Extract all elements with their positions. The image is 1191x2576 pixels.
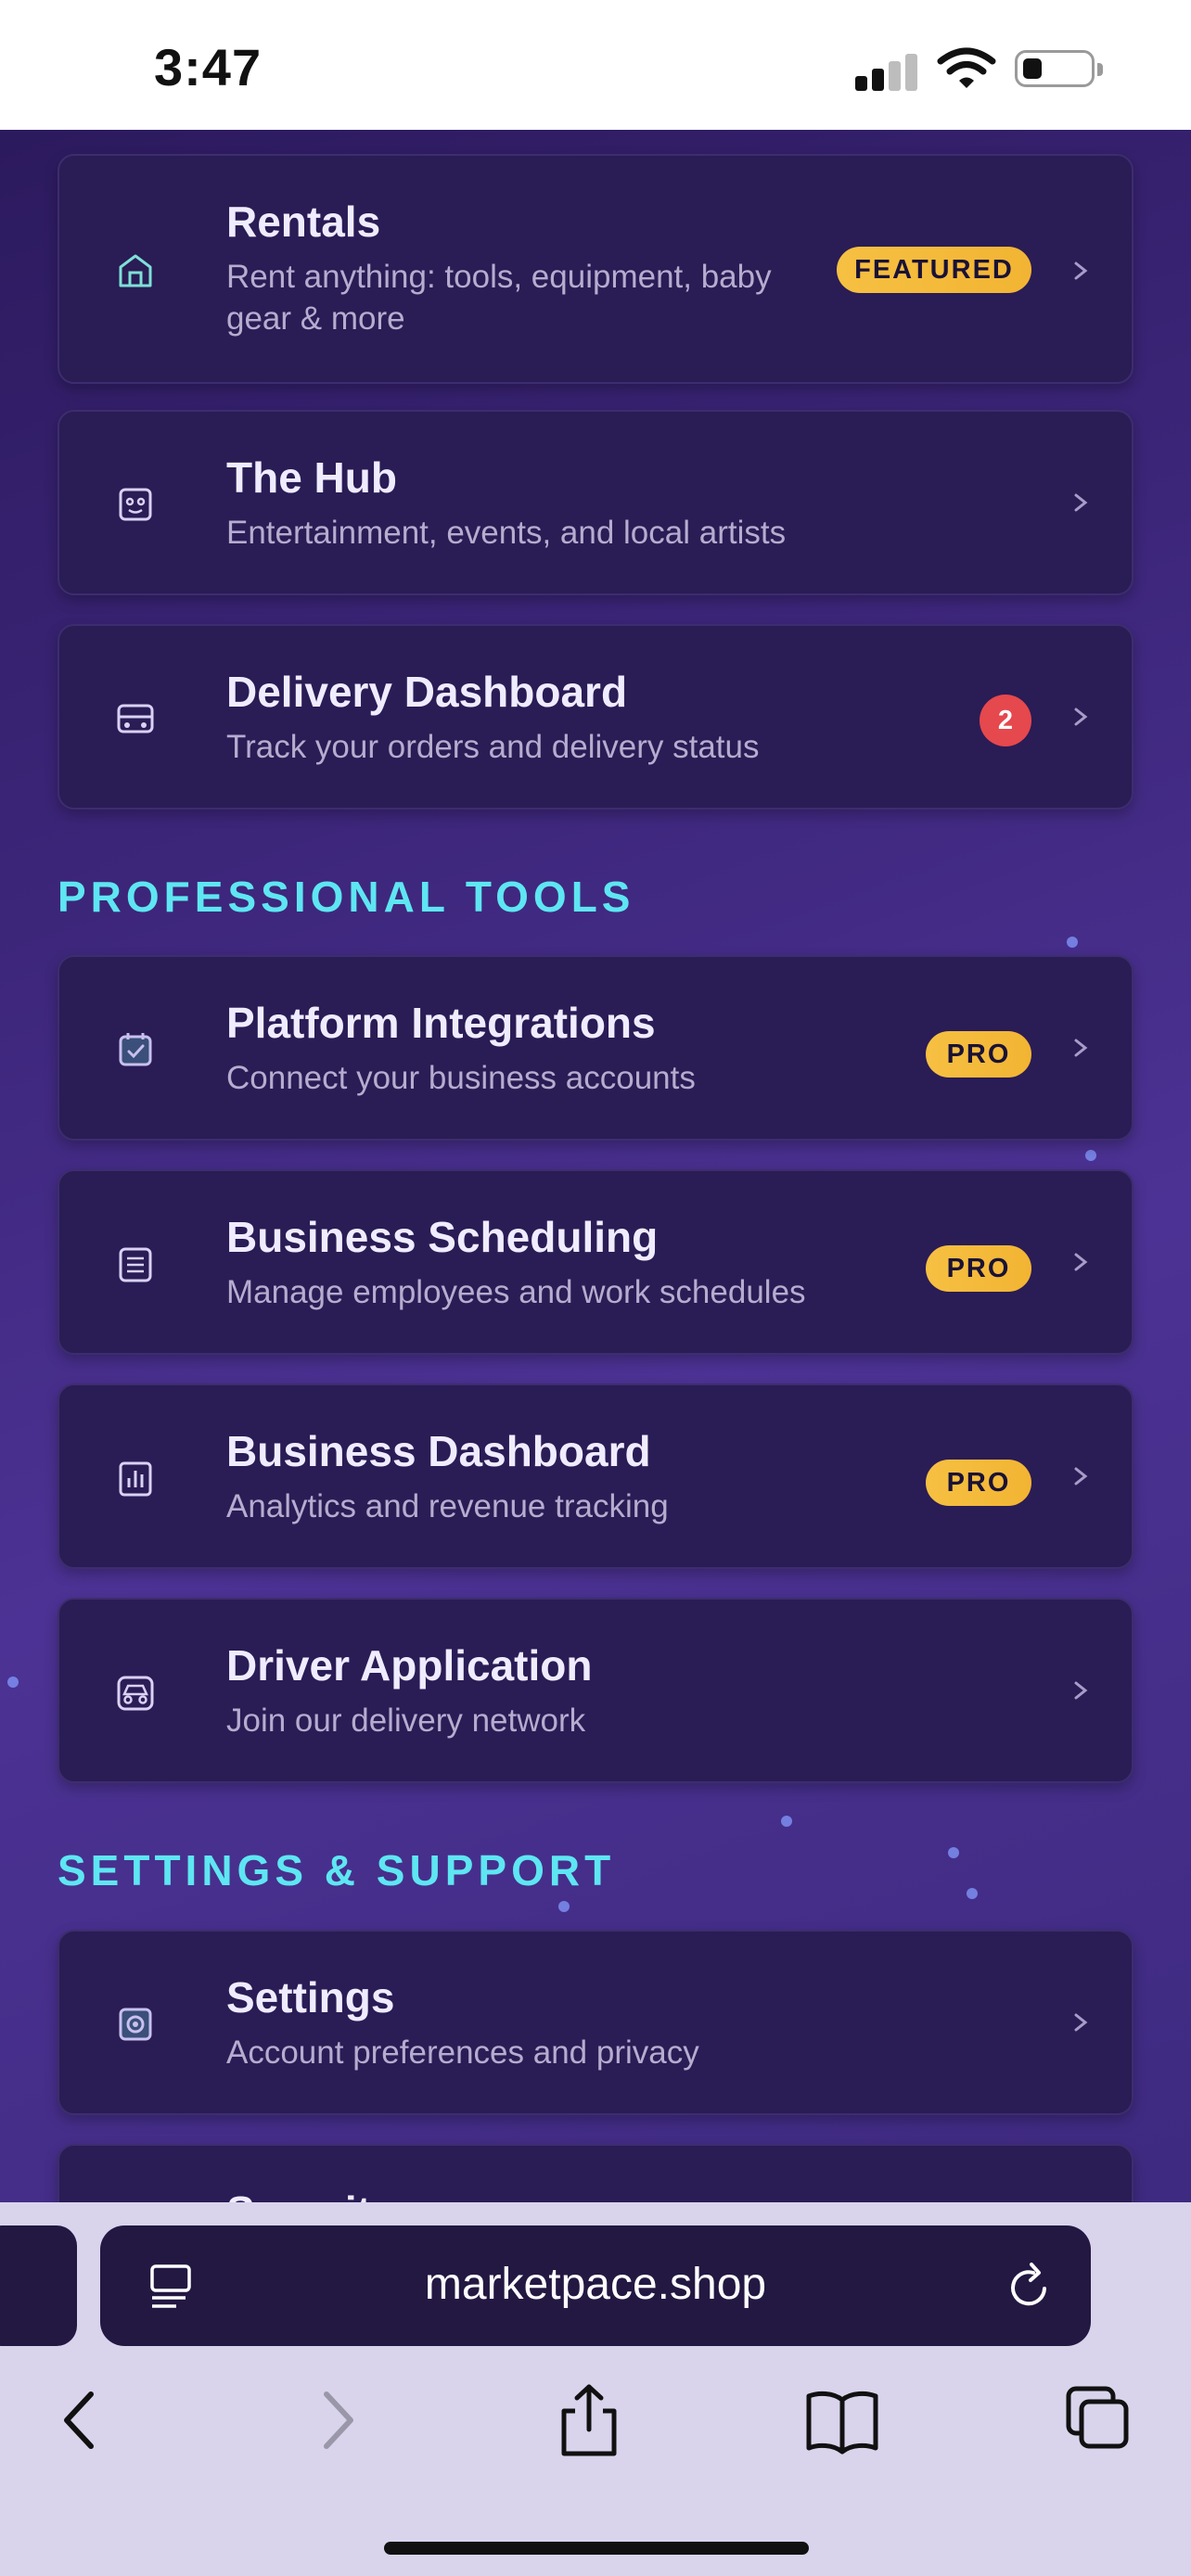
chevron-right-icon	[1074, 1253, 1088, 1271]
home-indicator[interactable]	[384, 2542, 809, 2555]
menu-card-the-hub[interactable]: The Hub Entertainment, events, and local…	[58, 410, 1133, 595]
hub-icon	[119, 488, 152, 521]
browser-toolbar: marketpace.shop	[0, 2202, 1191, 2576]
particle-dot	[948, 1847, 959, 1858]
section-header-professional-tools: PROFESSIONAL TOOLS	[58, 873, 635, 921]
chevron-right-icon	[1074, 1039, 1088, 1057]
back-icon[interactable]	[56, 2383, 102, 2457]
menu-card-driver-application[interactable]: Driver Application Join our delivery net…	[58, 1598, 1133, 1783]
calendar-icon	[119, 1247, 152, 1282]
previous-tab-preview[interactable]	[0, 2225, 77, 2346]
pro-badge: PRO	[926, 1460, 1031, 1506]
card-subtitle: Entertainment, events, and local artists	[226, 515, 787, 551]
card-subtitle: Manage employees and work schedules	[226, 1274, 806, 1310]
battery-icon	[1015, 50, 1103, 87]
card-title: Platform Integrations	[226, 999, 656, 1047]
menu-card-business-dashboard[interactable]: Business Dashboard Analytics and revenue…	[58, 1384, 1133, 1569]
chart-icon	[119, 1461, 152, 1497]
chevron-right-icon	[1074, 708, 1088, 726]
particle-dot	[1067, 937, 1078, 948]
bookmarks-icon[interactable]	[805, 2383, 879, 2457]
car-icon	[117, 1676, 154, 1711]
chevron-right-icon	[1074, 1681, 1088, 1700]
card-title: Business Scheduling	[226, 1213, 659, 1261]
pro-badge: PRO	[926, 1245, 1031, 1292]
menu-card-business-scheduling[interactable]: Business Scheduling Manage employees and…	[58, 1169, 1133, 1355]
forward-icon[interactable]	[315, 2383, 362, 2457]
chevron-right-icon	[1074, 1467, 1088, 1486]
menu-card-platform-integrations[interactable]: Platform Integrations Connect your busin…	[58, 955, 1133, 1141]
integration-icon	[119, 1033, 152, 1066]
card-subtitle: Analytics and revenue tracking	[226, 1488, 669, 1524]
card-title: The Hub	[226, 453, 397, 502]
section-header-settings-support: SETTINGS & SUPPORT	[58, 1846, 616, 1894]
card-title: Delivery Dashboard	[226, 668, 628, 716]
home-icon	[119, 254, 152, 287]
address-bar[interactable]: marketpace.shop	[100, 2225, 1091, 2346]
menu-card-rentals[interactable]: Rentals Rent anything: tools, equipment,…	[58, 154, 1133, 384]
share-icon[interactable]	[557, 2383, 621, 2457]
card-subtitle: Join our delivery network	[226, 1702, 586, 1739]
chevron-right-icon	[1074, 493, 1088, 512]
particle-dot	[1085, 1150, 1096, 1161]
chevron-right-icon	[1074, 2013, 1088, 2032]
pro-badge: PRO	[926, 1031, 1031, 1078]
particle-dot	[558, 1901, 570, 1912]
wifi-icon	[937, 47, 996, 88]
reload-icon[interactable]	[1005, 2261, 1054, 2313]
tabs-icon[interactable]	[1063, 2383, 1132, 2457]
clock: 3:47	[154, 38, 263, 96]
particle-dot	[967, 1888, 978, 1899]
menu-card-delivery-dashboard[interactable]: Delivery Dashboard Track your orders and…	[58, 624, 1133, 810]
card-subtitle: Connect your business accounts	[226, 1060, 696, 1096]
card-subtitle: Track your orders and delivery status	[226, 729, 760, 765]
card-title: Settings	[226, 1973, 395, 2021]
url-text: marketpace.shop	[424, 2260, 767, 2309]
particle-dot	[781, 1816, 792, 1827]
card-title: Business Dashboard	[226, 1427, 651, 1475]
notification-count-badge: 2	[980, 695, 1031, 746]
particle-dot	[7, 1677, 19, 1688]
card-title: Rentals	[226, 198, 381, 246]
menu-card-settings[interactable]: Settings Account preferences and privacy	[58, 1930, 1133, 2115]
card-subtitle: Rent anything: tools, equipment, baby ge…	[226, 259, 772, 337]
status-bar: 3:47	[0, 0, 1191, 130]
card-subtitle: Account preferences and privacy	[226, 2034, 699, 2071]
card-title: Security	[226, 2187, 395, 2202]
cellular-signal-icon	[855, 52, 920, 91]
menu-content[interactable]: Rentals Rent anything: tools, equipment,…	[0, 130, 1191, 2202]
menu-card-security[interactable]: Security	[58, 2144, 1133, 2202]
chevron-right-icon	[1074, 261, 1088, 280]
gear-icon	[119, 2008, 152, 2041]
card-title: Driver Application	[226, 1641, 593, 1690]
truck-icon	[117, 704, 154, 733]
featured-badge: FEATURED	[837, 247, 1031, 293]
